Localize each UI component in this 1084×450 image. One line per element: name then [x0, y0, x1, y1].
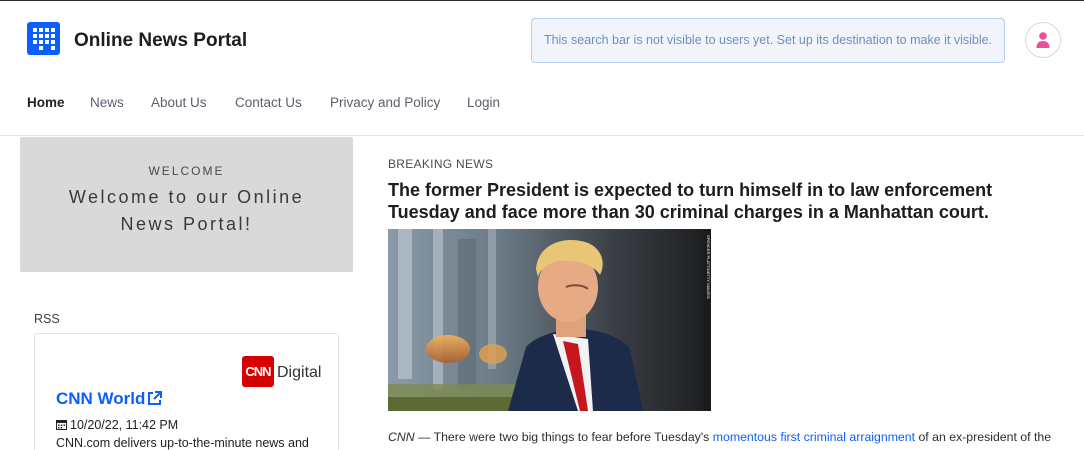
cnn-digital-label: Digital	[277, 364, 322, 381]
main-navigation: Home News About Us Contact Us Privacy an…	[0, 81, 1084, 136]
nav-privacy-policy[interactable]: Privacy and Policy	[330, 95, 440, 110]
welcome-text: Welcome to our Online News Portal!	[68, 187, 305, 234]
article-source: CNN	[388, 430, 415, 444]
nav-news[interactable]: News	[90, 95, 124, 110]
feed-date: 10/20/22, 11:42 PM	[56, 418, 178, 432]
arraignment-link[interactable]: momentous first criminal arraignment	[713, 430, 915, 444]
feed-title-link[interactable]: CNN World	[56, 389, 145, 409]
grid-logo-icon[interactable]	[27, 22, 60, 55]
article-intro: — There were two big things to fear befo…	[414, 430, 713, 444]
nav-login[interactable]: Login	[467, 95, 500, 110]
rss-label: RSS	[34, 312, 60, 326]
user-avatar-button[interactable]	[1025, 22, 1061, 58]
nav-home[interactable]: Home	[27, 95, 65, 110]
article-body: CNN — There were two big things to fear …	[388, 427, 1068, 450]
header: Online News Portal This search bar is no…	[0, 1, 1084, 81]
feed-description: CNN.com delivers up-to-the-minute news a…	[56, 436, 309, 450]
cnn-logo: CNN	[242, 356, 274, 387]
calendar-icon	[56, 420, 67, 430]
article-eyebrow: BREAKING NEWS	[388, 157, 494, 171]
search-bar[interactable]: This search bar is not visible to users …	[531, 18, 1005, 63]
article-headline[interactable]: The former President is expected to turn…	[388, 179, 1028, 223]
nav-contact-us[interactable]: Contact Us	[235, 95, 302, 110]
article-photo: SPENCER PLATT/GETTY IMAGES	[388, 229, 711, 411]
welcome-label: WELCOME	[148, 164, 225, 178]
external-link-icon[interactable]	[146, 390, 163, 407]
nav-about-us[interactable]: About Us	[151, 95, 207, 110]
welcome-banner: WELCOME Welcome to our Online News Porta…	[20, 137, 353, 272]
feed-date-text: 10/20/22, 11:42 PM	[70, 418, 179, 432]
photo-credit: SPENCER PLATT/GETTY IMAGES	[706, 235, 711, 299]
user-icon	[1036, 32, 1050, 48]
rss-feed-card: CNN Digital CNN World 10/20/22, 11:42 PM…	[34, 333, 339, 450]
site-title[interactable]: Online News Portal	[74, 30, 247, 52]
